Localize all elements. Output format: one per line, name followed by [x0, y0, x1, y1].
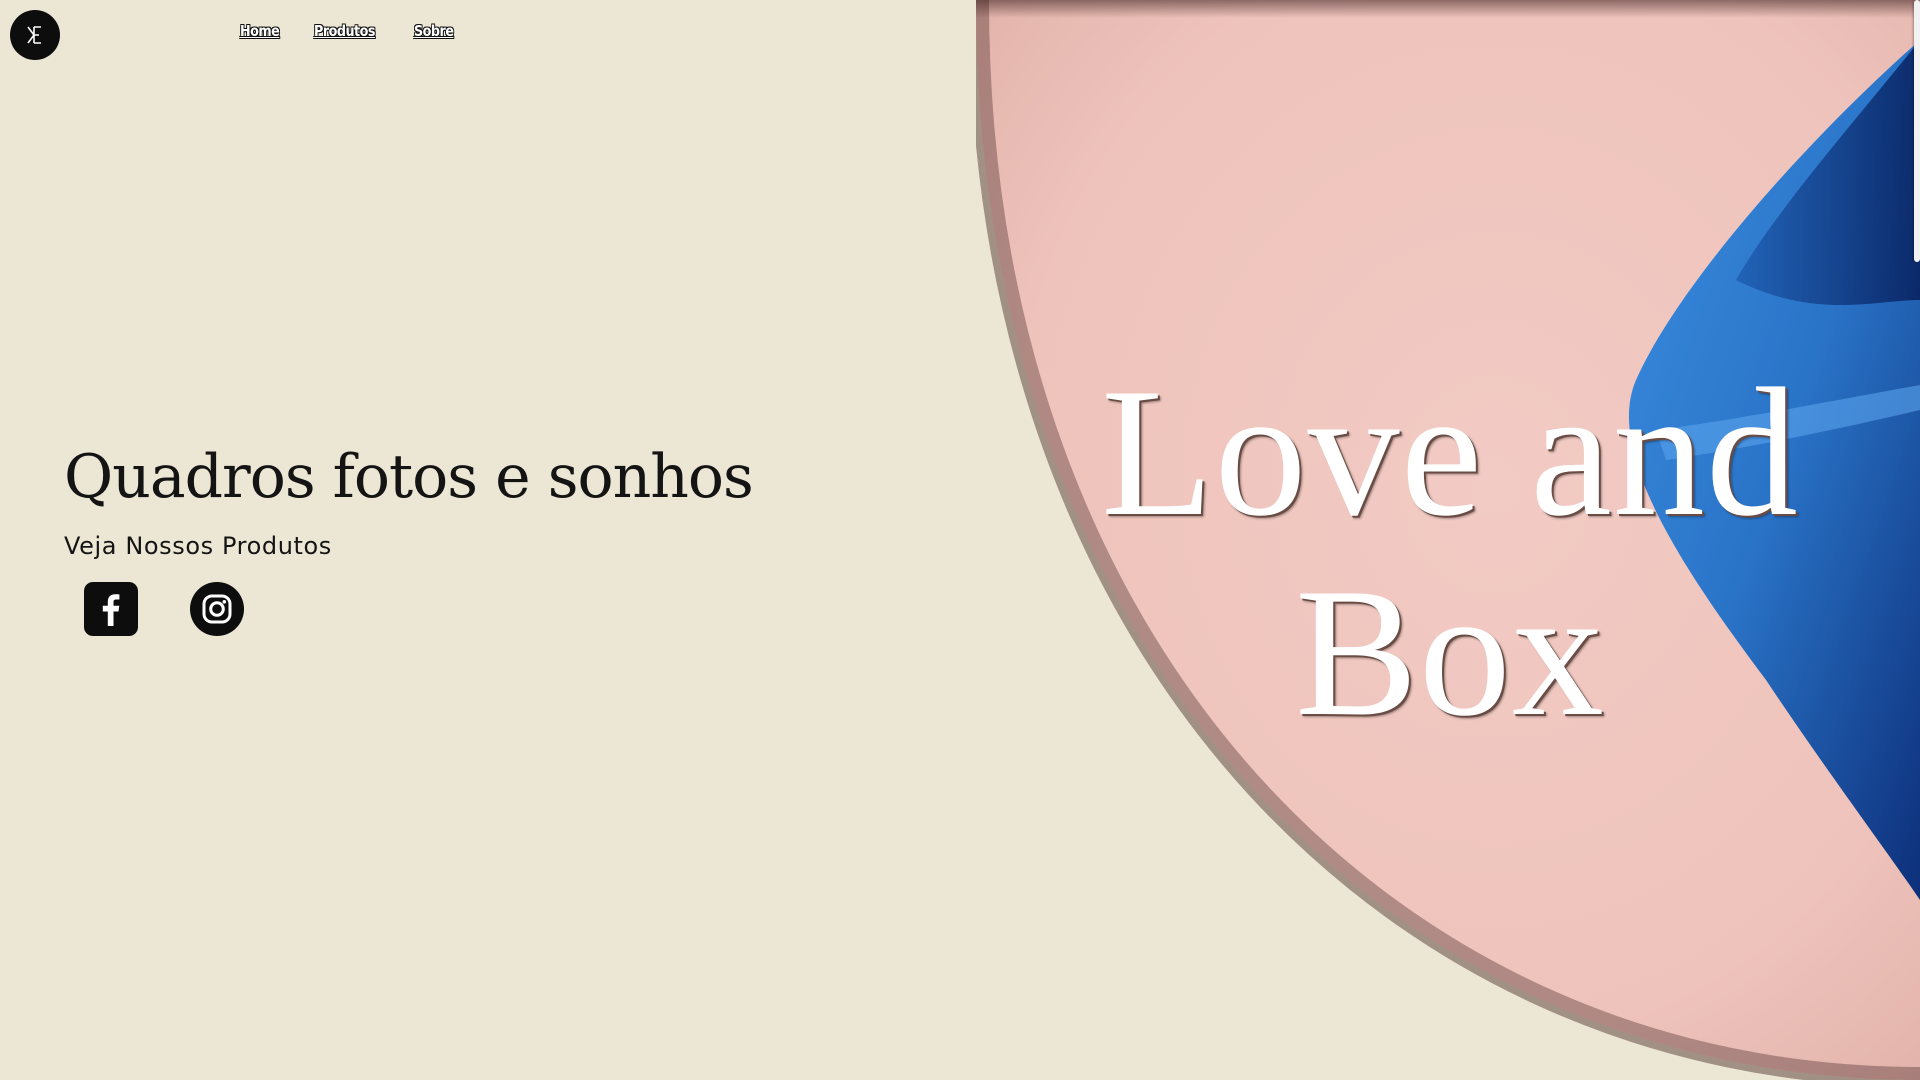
instagram-link[interactable] [190, 582, 244, 636]
hero-subtitle: Veja Nossos Produtos [64, 532, 332, 560]
scrollbar[interactable] [1914, 0, 1920, 262]
brand-line-1: Love and [1101, 350, 1799, 554]
hero-title: Quadros fotos e sonhos [64, 442, 754, 512]
monogram-logo-icon [27, 26, 41, 44]
brand-line-2: Box [1295, 550, 1605, 754]
instagram-icon [190, 582, 244, 636]
nav-sobre[interactable]: Sobre [414, 22, 454, 40]
main-nav: Home Produtos Sobre [240, 22, 460, 40]
logo[interactable] [10, 10, 60, 60]
brand-wordmark: Love and Box [1060, 352, 1840, 752]
landing-page: Home Produtos Sobre Quadros fotos e sonh… [0, 0, 1920, 1080]
facebook-link[interactable] [84, 582, 138, 636]
facebook-icon [84, 582, 138, 636]
nav-home[interactable]: Home [240, 22, 280, 40]
nav-produtos[interactable]: Produtos [314, 22, 375, 40]
